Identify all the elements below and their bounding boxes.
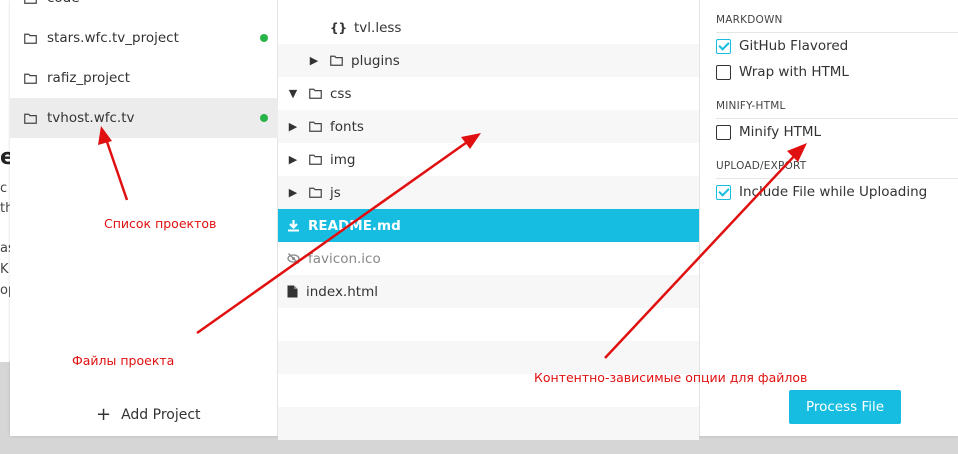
project-item[interactable]: rafiz_project xyxy=(10,58,278,98)
tree-row-folder[interactable]: ▶ plugins xyxy=(278,44,699,77)
section-title-markdown: MARKDOWN xyxy=(716,14,783,26)
folder-icon xyxy=(24,113,37,124)
folder-label: css xyxy=(330,85,352,102)
background-text-fragment: as xyxy=(0,241,10,256)
folder-icon xyxy=(309,187,322,198)
folder-icon xyxy=(330,55,343,66)
folder-icon xyxy=(309,88,322,99)
background-text-fragment: th xyxy=(0,201,10,216)
plus-icon: + xyxy=(96,404,112,425)
tree-row-file[interactable]: favicon.ico xyxy=(278,242,699,275)
status-dot xyxy=(260,114,268,122)
tree-row-file[interactable]: {} tvl.less xyxy=(278,11,699,44)
tree-row-file-selected[interactable]: README.md xyxy=(278,209,699,242)
add-project-button[interactable]: + Add Project xyxy=(96,406,201,424)
annotation-projects-list: Список проектов xyxy=(104,216,217,231)
annotation-content-options: Контентно-зависимые опции для файлов xyxy=(534,370,808,385)
project-label: rafiz_project xyxy=(47,70,131,86)
tree-row-file[interactable]: index.html xyxy=(278,275,699,308)
checkbox-checked[interactable] xyxy=(716,38,731,54)
project-item[interactable]: code xyxy=(10,0,278,18)
caret-down-icon[interactable]: ▼ xyxy=(287,87,299,100)
section-title-minify: MINIFY-HTML xyxy=(716,100,786,112)
project-item-active[interactable]: tvhost.wfc.tv xyxy=(10,98,278,138)
background-text-fragment: K xyxy=(0,262,9,277)
folder-icon xyxy=(24,33,37,44)
file-label: favicon.ico xyxy=(308,250,381,267)
status-dot xyxy=(260,34,268,42)
folder-label: plugins xyxy=(351,52,400,69)
option-include-file[interactable]: Include File while Uploading xyxy=(716,184,927,200)
folder-label: js xyxy=(330,184,341,201)
folder-icon xyxy=(309,121,322,132)
folder-icon xyxy=(24,73,37,84)
project-label: stars.wfc.tv_project xyxy=(47,30,179,46)
option-label: Include File while Uploading xyxy=(739,184,928,200)
tree-row-folder[interactable]: ▶ img xyxy=(278,143,699,176)
tree-row-folder[interactable]: ▶ fonts xyxy=(278,110,699,143)
option-minify-html[interactable]: Minify HTML xyxy=(716,124,821,140)
section-divider xyxy=(716,32,958,33)
tree-row-empty xyxy=(278,308,699,341)
background-text-fragment: op xyxy=(0,283,10,298)
tree-row-folder[interactable]: ▼ css xyxy=(278,77,699,110)
folder-icon xyxy=(309,154,322,165)
process-file-button[interactable]: Process File xyxy=(789,390,901,424)
checkbox-checked[interactable] xyxy=(716,184,731,200)
download-icon xyxy=(288,220,299,232)
file-icon xyxy=(287,285,298,298)
background-text-fragment: c xyxy=(0,181,8,196)
annotation-project-files: Файлы проекта xyxy=(72,353,175,368)
file-label: index.html xyxy=(306,283,378,300)
option-label: GitHub Flavored xyxy=(739,38,849,54)
tree-row-empty xyxy=(278,407,699,440)
file-label: README.md xyxy=(308,217,401,234)
option-label: Wrap with HTML xyxy=(739,64,849,80)
folder-label: fonts xyxy=(330,118,364,135)
project-label: code xyxy=(47,0,80,6)
option-github-flavored[interactable]: GitHub Flavored xyxy=(716,38,848,54)
option-label: Minify HTML xyxy=(739,124,822,140)
section-divider xyxy=(716,118,958,119)
checkbox[interactable] xyxy=(716,64,731,80)
caret-right-icon[interactable]: ▶ xyxy=(308,54,320,67)
caret-right-icon[interactable]: ▶ xyxy=(287,186,299,199)
checkbox[interactable] xyxy=(716,124,731,140)
project-label: tvhost.wfc.tv xyxy=(47,110,135,126)
caret-right-icon[interactable]: ▶ xyxy=(287,153,299,166)
file-label: tvl.less xyxy=(354,19,402,36)
tree-row-folder[interactable]: ▶ js xyxy=(278,176,699,209)
section-title-upload-export: UPLOAD/EXPORT xyxy=(716,160,807,172)
add-project-label: Add Project xyxy=(121,407,201,423)
braces-icon: {} xyxy=(330,20,348,35)
option-wrap-html[interactable]: Wrap with HTML xyxy=(716,64,849,80)
project-item[interactable]: stars.wfc.tv_project xyxy=(10,18,278,58)
folder-label: img xyxy=(330,151,356,168)
eye-slash-icon xyxy=(287,253,300,264)
folder-icon xyxy=(24,0,37,4)
section-divider xyxy=(716,178,958,179)
caret-right-icon[interactable]: ▶ xyxy=(287,120,299,133)
